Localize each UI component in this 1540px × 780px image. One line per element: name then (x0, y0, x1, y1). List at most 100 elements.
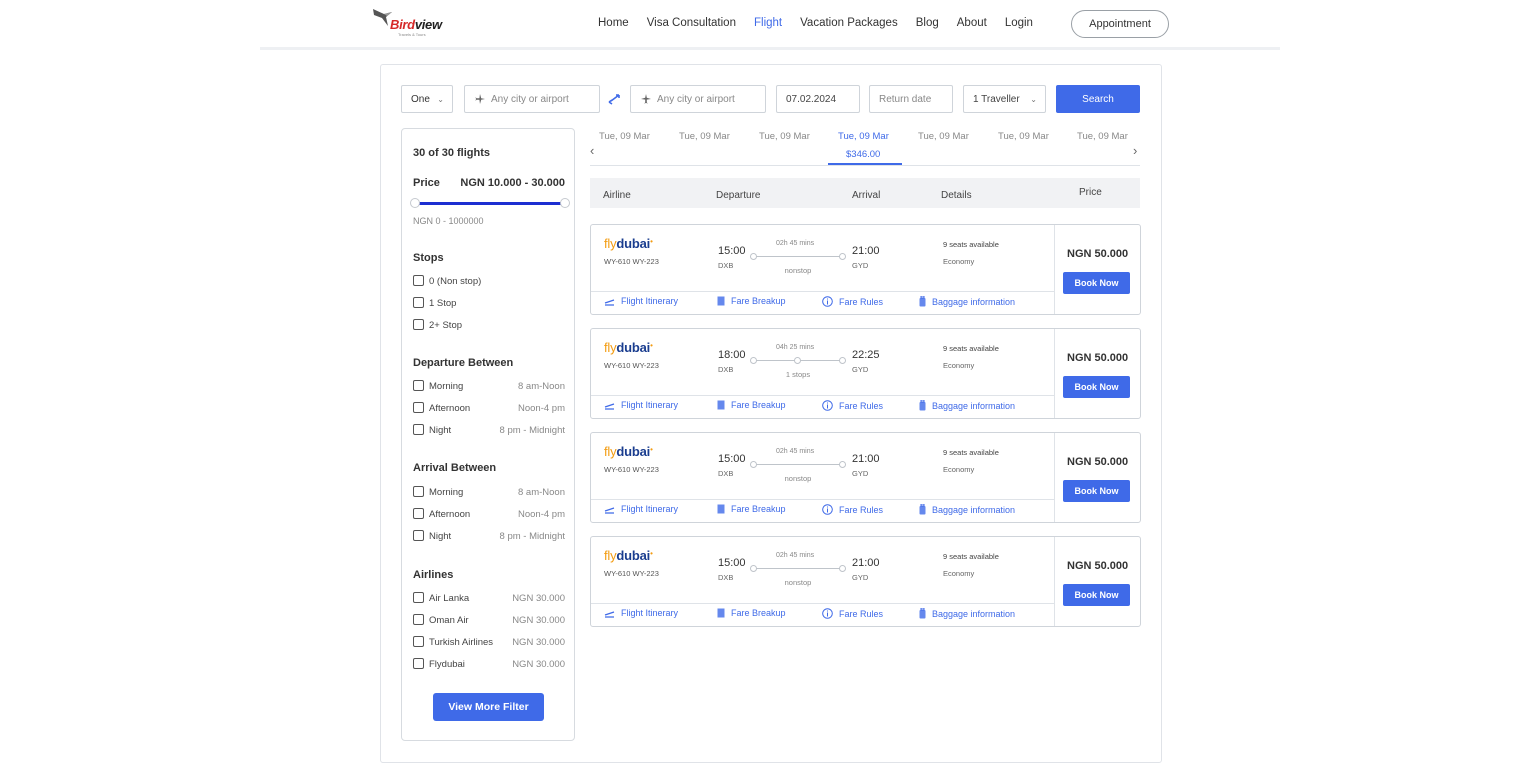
airline-option[interactable]: Flydubai NGN 30.000 (413, 658, 565, 672)
book-now-button[interactable]: Book Now (1063, 376, 1130, 398)
from-input[interactable]: Any city or airport (464, 85, 600, 113)
nav-link-blog[interactable]: Blog (916, 17, 939, 29)
card-link-fare-rules[interactable]: Fare Rules (822, 400, 883, 413)
depart-date-input[interactable]: 07.02.2024 (776, 85, 860, 113)
price-slider[interactable] (410, 198, 570, 208)
date-tab[interactable]: Tue, 09 Mar (1077, 131, 1128, 142)
arrival-airport: GYD (852, 365, 869, 374)
flight-duration: 02h 45 mins (776, 552, 815, 559)
appointment-button[interactable]: Appointment (1071, 10, 1169, 38)
flight-number: WY-610 WY-223 (604, 361, 659, 370)
departure-option[interactable]: Afternoon Noon-4 pm (413, 402, 565, 416)
to-input[interactable]: Any city or airport (630, 85, 766, 113)
departure-option[interactable]: Morning 8 am-Noon (413, 380, 565, 394)
airline-option-label: Flydubai (429, 659, 465, 670)
travellers-select[interactable]: 1 Traveller ⌄ (963, 85, 1046, 113)
airline-option[interactable]: Oman Air NGN 30.000 (413, 614, 565, 628)
date-tab[interactable]: Tue, 09 Mar (599, 131, 650, 142)
card-link-fare-breakup[interactable]: Fare Breakup (717, 296, 786, 308)
nav-link-flight[interactable]: Flight (754, 17, 782, 29)
card-link-flight-itinerary[interactable]: Flight Itinerary (604, 400, 678, 412)
nav-link-vacation-packages[interactable]: Vacation Packages (800, 17, 898, 29)
card-link-flight-itinerary[interactable]: Flight Itinerary (604, 296, 678, 308)
logo-wordmark: Birdview (390, 17, 442, 32)
checkbox[interactable] (413, 424, 424, 435)
flight-card[interactable]: flydubai• WY-610 WY-223 18:00 DXB 04h 25 min… (590, 328, 1141, 419)
date-tab[interactable]: Tue, 09 Mar (679, 131, 730, 142)
return-date-input[interactable]: Return date (869, 85, 953, 113)
fare-breakup-icon (717, 400, 725, 412)
chevron-right-icon[interactable]: › (1133, 143, 1137, 158)
trip-type-select[interactable]: One ⌄ (401, 85, 453, 113)
birdview-logo[interactable]: Birdview Travels & Tours (372, 6, 452, 37)
card-link-label: Flight Itinerary (621, 504, 679, 514)
card-link-fare-rules[interactable]: Fare Rules (822, 296, 883, 309)
stops-option-label: 0 (Non stop) (429, 276, 482, 287)
airline-option-label: Turkish Airlines (429, 637, 494, 648)
stops-option[interactable]: 0 (Non stop) (413, 275, 565, 289)
route-stop-dot (794, 357, 801, 364)
swap-icon[interactable] (607, 91, 623, 107)
date-tab[interactable]: Tue, 09 Mar (918, 131, 969, 142)
chevron-left-icon[interactable]: ‹ (590, 143, 594, 158)
nav-link-home[interactable]: Home (598, 17, 629, 29)
arrival-option[interactable]: Morning 8 am-Noon (413, 486, 565, 500)
flight-card[interactable]: flydubai• WY-610 WY-223 15:00 DXB 02h 45 min… (590, 432, 1141, 523)
view-more-filter-button[interactable]: View More Filter (433, 693, 544, 721)
card-link-flight-itinerary[interactable]: Flight Itinerary (604, 504, 678, 516)
checkbox[interactable] (413, 486, 424, 497)
checkbox[interactable] (413, 592, 424, 603)
card-link-flight-itinerary[interactable]: Flight Itinerary (604, 608, 678, 620)
col-price: Price (1079, 187, 1102, 198)
card-link-fare-breakup[interactable]: Fare Breakup (717, 608, 786, 620)
date-tab[interactable]: Tue, 09 Mar (838, 131, 889, 142)
card-link-baggage-information[interactable]: Baggage information (919, 503, 1015, 517)
card-link-fare-breakup[interactable]: Fare Breakup (717, 504, 786, 516)
arrival-option[interactable]: Night 8 pm - Midnight (413, 530, 565, 544)
stops-option[interactable]: 1 Stop (413, 297, 565, 311)
card-link-fare-rules[interactable]: Fare Rules (822, 608, 883, 621)
checkbox[interactable] (413, 508, 424, 519)
book-now-button[interactable]: Book Now (1063, 480, 1130, 502)
airline-option[interactable]: Turkish Airlines NGN 30.000 (413, 636, 565, 650)
flight-card[interactable]: flydubai• WY-610 WY-223 15:00 DXB 02h 45 min… (590, 224, 1141, 315)
filter-panel: 30 of 30 flights Price NGN 10.000 - 30.0… (401, 128, 575, 741)
search-button[interactable]: Search (1056, 85, 1140, 113)
airline-option[interactable]: Air Lanka NGN 30.000 (413, 592, 565, 606)
checkbox[interactable] (413, 658, 424, 669)
departure-option[interactable]: Night 8 pm - Midnight (413, 424, 565, 438)
checkbox[interactable] (413, 380, 424, 391)
airline-option-value: NGN 30.000 (512, 593, 565, 604)
flight-number: WY-610 WY-223 (604, 569, 659, 578)
book-now-button[interactable]: Book Now (1063, 272, 1130, 294)
checkbox[interactable] (413, 530, 424, 541)
arrival-airport: GYD (852, 573, 869, 582)
checkbox[interactable] (413, 636, 424, 647)
date-tab[interactable]: Tue, 09 Mar (998, 131, 1049, 142)
departure-time: 15:00 (718, 453, 746, 465)
checkbox[interactable] (413, 275, 424, 286)
arrival-option[interactable]: Afternoon Noon-4 pm (413, 508, 565, 522)
plane-takeoff-icon (475, 94, 485, 104)
checkbox[interactable] (413, 614, 424, 625)
logo-fly-part: fly (604, 548, 617, 563)
date-tab[interactable]: Tue, 09 Mar (759, 131, 810, 142)
checkbox[interactable] (413, 402, 424, 413)
card-link-fare-rules[interactable]: Fare Rules (822, 504, 883, 517)
card-link-label: Fare Breakup (731, 504, 786, 514)
checkbox[interactable] (413, 319, 424, 330)
departure-option-label: Afternoon (429, 403, 471, 414)
flight-card[interactable]: flydubai• WY-610 WY-223 15:00 DXB 02h 45 min… (590, 536, 1141, 627)
card-link-baggage-information[interactable]: Baggage information (919, 607, 1015, 621)
book-now-button[interactable]: Book Now (1063, 584, 1130, 606)
stops-option[interactable]: 2+ Stop (413, 319, 565, 333)
price-slider-max-handle[interactable] (560, 198, 570, 208)
nav-link-login[interactable]: Login (1005, 17, 1033, 29)
card-link-baggage-information[interactable]: Baggage information (919, 295, 1015, 309)
price-slider-min-handle[interactable] (410, 198, 420, 208)
nav-link-about[interactable]: About (957, 17, 987, 29)
nav-link-visa-consultation[interactable]: Visa Consultation (647, 17, 736, 29)
card-link-fare-breakup[interactable]: Fare Breakup (717, 400, 786, 412)
checkbox[interactable] (413, 297, 424, 308)
card-link-baggage-information[interactable]: Baggage information (919, 399, 1015, 413)
